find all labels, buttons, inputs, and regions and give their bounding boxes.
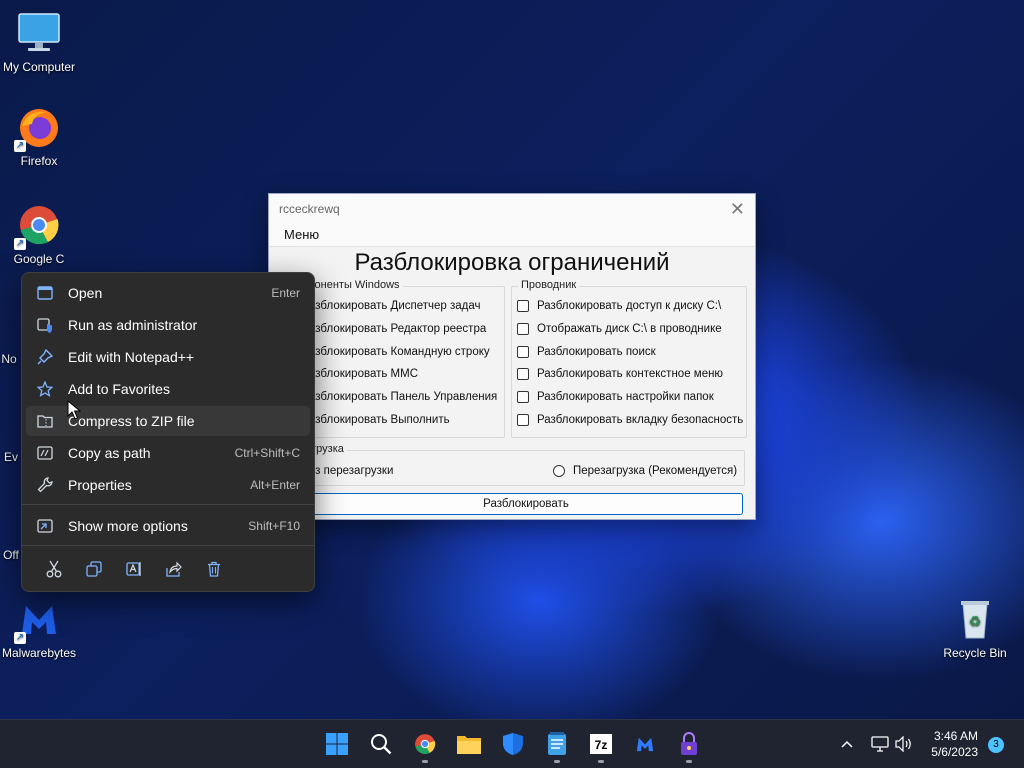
menu-separator xyxy=(22,504,314,505)
page-title: Разблокировка ограничений xyxy=(354,249,670,276)
menu-item-menu[interactable]: Меню xyxy=(284,227,319,242)
menu-item-run-as-administrator[interactable]: Run as administrator xyxy=(26,310,310,340)
shortcut-arrow-icon: ↗ xyxy=(14,140,26,152)
option-reboot-recommended[interactable]: Перезагрузка (Рекомендуется) xyxy=(553,465,737,477)
monitor-icon xyxy=(16,10,62,56)
desktop-icon-recycle-bin[interactable]: ♻ Recycle Bin xyxy=(936,596,1014,660)
system-clock[interactable]: 3:46 AM 5/6/2023 xyxy=(931,728,978,760)
defender-icon[interactable] xyxy=(499,730,527,758)
search-icon[interactable] xyxy=(367,730,395,758)
notification-badge[interactable]: 3 xyxy=(988,737,1004,753)
option-security-tab[interactable]: Разблокировать вкладку безопасность xyxy=(517,414,743,426)
taskbar: 7z 3:46 AM 5/6/2023 3 xyxy=(0,719,1024,768)
checkbox[interactable] xyxy=(517,300,529,312)
window-icon xyxy=(36,284,54,302)
checkbox[interactable] xyxy=(517,391,529,403)
malwarebytes-icon[interactable] xyxy=(631,730,659,758)
cut-icon[interactable] xyxy=(34,557,74,581)
option-show-drive-c[interactable]: Отображать диск C:\ в проводнике xyxy=(517,323,722,335)
option-command-line[interactable]: азблокировать Командную строку xyxy=(309,346,490,358)
window-titlebar[interactable]: rcceckrewq ✕ xyxy=(269,194,755,224)
checkbox[interactable] xyxy=(517,346,529,358)
checkbox[interactable] xyxy=(517,414,529,426)
7zip-icon[interactable]: 7z xyxy=(587,730,615,763)
option-search[interactable]: Разблокировать поиск xyxy=(517,346,656,358)
checkbox[interactable] xyxy=(517,323,529,335)
desktop-icon-google-chrome[interactable]: ↗ Google C xyxy=(0,202,78,266)
desktop-icon-label: Off xyxy=(3,548,19,562)
share-icon[interactable] xyxy=(154,557,194,581)
option-control-panel[interactable]: азблокировать Панель Управления xyxy=(309,391,497,403)
option-no-reboot[interactable]: ез перезагрузки xyxy=(309,465,393,477)
volume-icon[interactable] xyxy=(895,720,913,768)
copy-icon[interactable] xyxy=(74,557,114,581)
network-icon[interactable] xyxy=(871,720,889,768)
clock-date: 5/6/2023 xyxy=(931,745,978,759)
show-hidden-icons-chevron-icon[interactable] xyxy=(841,720,853,768)
delete-icon[interactable] xyxy=(194,557,234,581)
desktop-icon-label: Google C xyxy=(13,252,65,266)
clock-time: 3:46 AM xyxy=(933,729,978,743)
svg-text:♻: ♻ xyxy=(969,613,982,629)
menu-item-properties[interactable]: Properties Alt+Enter xyxy=(26,470,310,500)
menu-separator xyxy=(22,545,314,546)
desktop-icon-label: Ev xyxy=(3,450,18,464)
option-run[interactable]: азблокировать Выполнить xyxy=(309,414,450,426)
start-icon[interactable] xyxy=(323,730,351,758)
menu-item-edit-with-notepad[interactable]: Edit with Notepad++ xyxy=(26,342,310,372)
context-menu-toolbar xyxy=(34,557,234,581)
option-drive-c-access[interactable]: Разблокировать доступ к диску C:\ xyxy=(517,300,721,312)
file-explorer-icon[interactable] xyxy=(455,730,483,758)
shield-icon xyxy=(36,316,54,334)
desktop-icon-label: My Computer xyxy=(2,60,76,74)
close-icon[interactable]: ✕ xyxy=(730,199,745,220)
wrench-icon xyxy=(36,476,54,494)
desktop-icon-my-computer[interactable]: My Computer xyxy=(0,10,78,74)
window-title: rcceckrewq xyxy=(279,202,340,216)
menu-item-copy-as-path[interactable]: Copy as path Ctrl+Shift+C xyxy=(26,438,310,468)
option-context-menu[interactable]: Разблокировать контекстное меню xyxy=(517,368,723,380)
chrome-icon: ↗ xyxy=(14,202,62,250)
desktop-icon-label: Recycle Bin xyxy=(943,646,1007,660)
7zip-label: 7z xyxy=(595,738,608,752)
shortcut-arrow-icon: ↗ xyxy=(14,238,26,250)
option-folder-settings[interactable]: Разблокировать настройки папок xyxy=(517,391,714,403)
option-task-manager[interactable]: азблокировать Диспетчер задач xyxy=(309,300,481,312)
mouse-cursor-icon xyxy=(67,400,81,420)
chrome-icon[interactable] xyxy=(411,730,439,763)
context-menu: Open Enter Run as administrator Edit wit… xyxy=(21,272,315,592)
copy-path-icon xyxy=(36,444,54,462)
option-registry-editor[interactable]: азблокировать Редактор реестра xyxy=(309,323,486,335)
desktop-icon-malwarebytes[interactable]: ↗ Malwarebytes xyxy=(0,596,78,660)
menu-item-show-more-options[interactable]: Show more options Shift+F10 xyxy=(26,511,310,541)
rename-icon[interactable] xyxy=(114,557,154,581)
zip-folder-icon xyxy=(36,412,54,430)
notepad-icon[interactable] xyxy=(543,730,571,763)
radio-button[interactable] xyxy=(553,465,565,477)
pin-icon xyxy=(36,348,54,366)
unlock-button[interactable]: Разблокировать xyxy=(309,493,743,515)
more-options-icon xyxy=(36,517,54,535)
unlock-restrictions-window: rcceckrewq ✕ Меню Разблокировка ограниче… xyxy=(268,193,756,520)
group-legend: Проводник xyxy=(518,279,580,291)
lock-app-icon[interactable] xyxy=(675,730,703,763)
checkbox[interactable] xyxy=(517,368,529,380)
menu-bar: Меню xyxy=(269,224,755,247)
firefox-icon: ↗ xyxy=(14,104,62,152)
malwarebytes-icon: ↗ xyxy=(14,596,62,644)
desktop-icon-firefox[interactable]: ↗ Firefox xyxy=(0,104,78,168)
menu-item-open[interactable]: Open Enter xyxy=(26,278,310,308)
option-mmc[interactable]: азблокировать MMC xyxy=(309,368,418,380)
desktop-icon-label: No xyxy=(1,352,17,366)
desktop-icon-label: Malwarebytes xyxy=(1,646,77,660)
shortcut-arrow-icon: ↗ xyxy=(14,632,26,644)
recycle-bin-icon: ♻ xyxy=(952,596,998,642)
star-icon xyxy=(36,380,54,398)
desktop-icon-label: Firefox xyxy=(20,154,58,168)
